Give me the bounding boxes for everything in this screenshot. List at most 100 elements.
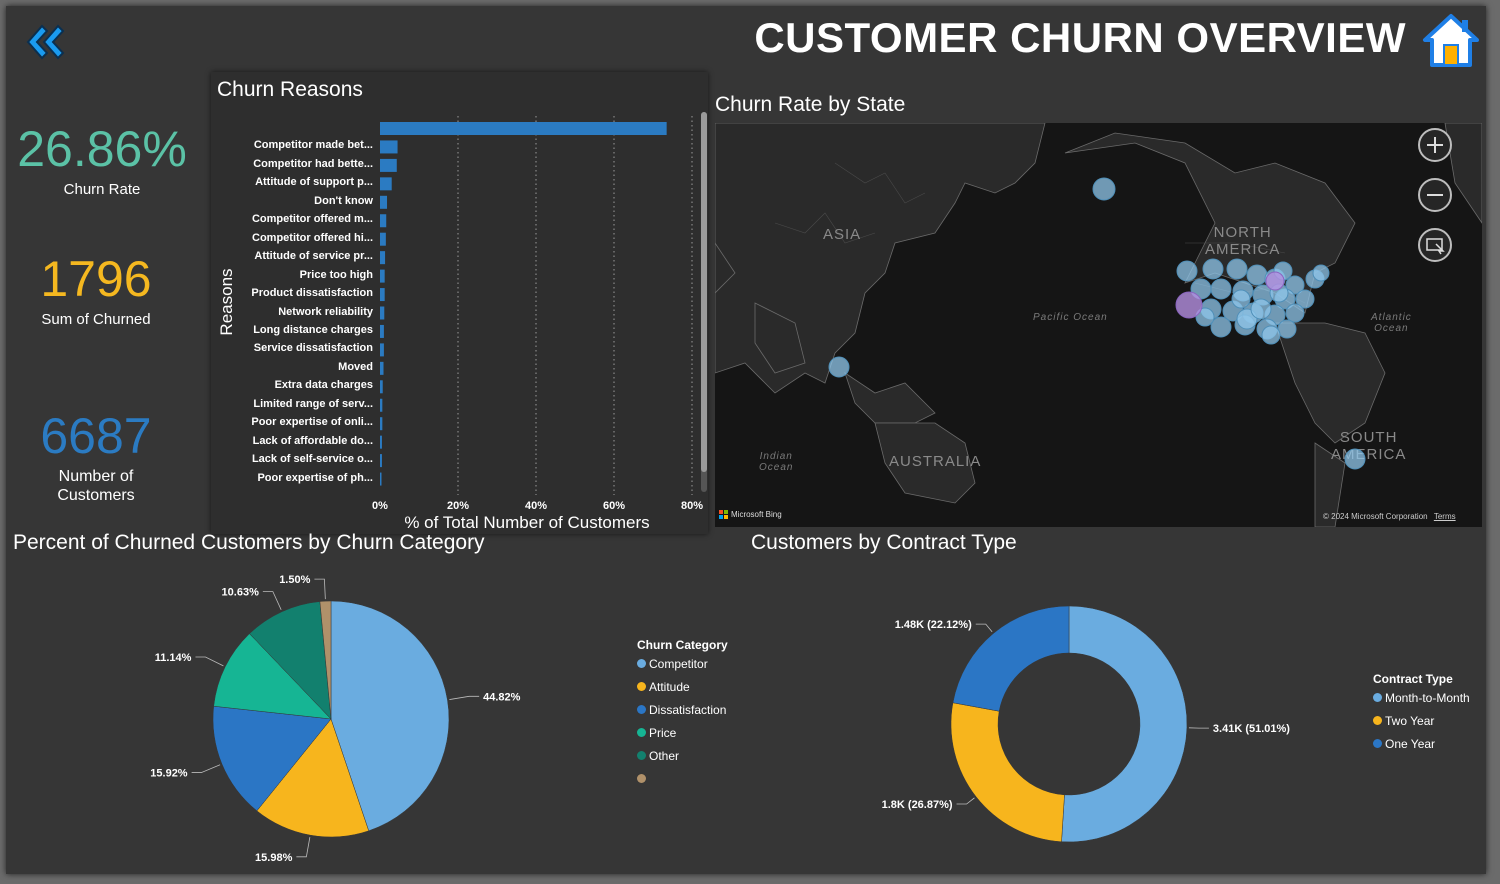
map-bubble[interactable] (1250, 298, 1272, 320)
scrollbar[interactable] (701, 112, 707, 492)
kpi-sum-churned: 1796 Sum of Churned (10, 254, 182, 329)
home-icon (1423, 14, 1479, 67)
legend-swatch (637, 705, 646, 714)
legend-item[interactable]: Price (637, 721, 777, 744)
microsoft-logo-icon (719, 510, 728, 519)
bar[interactable] (380, 324, 384, 338)
legend-item[interactable]: Two Year (1373, 709, 1486, 732)
leader-line (449, 695, 480, 700)
map-bubble[interactable] (1226, 258, 1248, 280)
kpi-value: 6687 (40, 408, 152, 464)
map-bubble[interactable] (1092, 177, 1116, 201)
legend-swatch (1373, 716, 1382, 725)
map-bubble[interactable] (1210, 278, 1232, 300)
bar[interactable] (380, 158, 397, 172)
bar[interactable] (380, 454, 382, 468)
dashboard-frame: CUSTOMER CHURN OVERVIEW 26.86% Churn Rat… (6, 6, 1486, 874)
legend-swatch (1373, 693, 1382, 702)
double-chevron-left-icon (26, 24, 65, 60)
legend-item[interactable]: Dissatisfaction (637, 698, 777, 721)
map-bubble[interactable] (1261, 325, 1281, 345)
bar[interactable] (380, 269, 385, 283)
bar[interactable] (380, 435, 382, 449)
map-bubble[interactable] (828, 356, 850, 378)
kpi-number-customers: 6687 Number of Customers (36, 411, 156, 505)
legend-swatch (637, 774, 646, 783)
data-label: 44.82% (483, 691, 521, 703)
legend-item[interactable]: Month-to-Month (1373, 686, 1486, 709)
zoom-in-button[interactable] (1418, 128, 1452, 162)
zoom-out-icon (1427, 194, 1443, 196)
map-bubble[interactable] (1231, 289, 1251, 309)
map-copyright: © 2024 Microsoft Corporation Terms (1323, 512, 1456, 521)
churn-map[interactable]: ASIA NORTH AMERICA Pacific Ocean Atlanti… (715, 123, 1482, 527)
back-button[interactable] (20, 18, 68, 66)
data-label: 1.8K (26.87%) (882, 799, 953, 811)
map-bubble[interactable] (1176, 260, 1198, 282)
data-label: 1.50% (279, 574, 310, 586)
bar[interactable] (380, 195, 388, 209)
bar[interactable] (380, 343, 384, 357)
data-label: 15.92% (150, 767, 188, 779)
legend-label: Two Year (1385, 713, 1435, 728)
home-button[interactable] (1422, 11, 1480, 69)
x-tick-label: 60% (603, 500, 625, 512)
terms-link[interactable]: Terms (1434, 512, 1456, 521)
map-bubble[interactable] (1312, 264, 1330, 282)
legend-label: Dissatisfaction (649, 702, 727, 717)
bar[interactable] (380, 122, 667, 135)
bar[interactable] (380, 251, 386, 265)
map-bubble[interactable] (1202, 258, 1224, 280)
x-tick-label: 80% (681, 500, 703, 512)
map-bubble[interactable] (1175, 291, 1203, 319)
donut-title: Customers by Contract Type (751, 531, 1017, 554)
legend-item[interactable]: One Year (1373, 732, 1486, 755)
map-bubble[interactable] (1344, 448, 1366, 470)
kpi-label: Number of Customers (57, 468, 135, 504)
churn-category-pie: 44.82% 15.98% 15.92% 11.14% 10.63% 1.50% (150, 574, 521, 864)
legend-item[interactable]: Other (637, 744, 777, 767)
bar[interactable] (380, 288, 385, 302)
kpi-label: Sum of Churned (41, 311, 151, 328)
map-bubble[interactable] (1246, 264, 1268, 286)
map-bubble[interactable] (1265, 271, 1285, 291)
zoom-out-button[interactable] (1418, 178, 1452, 212)
slice[interactable] (950, 702, 1065, 843)
legend-swatch (637, 728, 646, 737)
select-area-button[interactable] (1418, 228, 1452, 262)
bar[interactable] (380, 472, 382, 486)
bing-label: Microsoft Bing (731, 510, 782, 519)
churn-reasons-panel: Churn Reasons Reasons Competitor made be… (211, 72, 708, 534)
bar[interactable] (380, 417, 383, 431)
bar[interactable] (380, 398, 383, 412)
bing-attribution: Microsoft Bing (719, 510, 782, 519)
legend-item[interactable] (637, 767, 777, 790)
x-axis-label: % of Total Number of Customers (404, 513, 650, 532)
kpi-value: 26.86% (17, 121, 187, 177)
bar[interactable] (380, 232, 386, 246)
bar[interactable] (380, 140, 398, 154)
map-title: Churn Rate by State (715, 93, 906, 116)
legend-item[interactable]: Attitude (637, 675, 777, 698)
slice[interactable] (1061, 605, 1188, 843)
scrollbar-thumb[interactable] (701, 112, 707, 472)
legend-item[interactable]: Competitor (637, 652, 777, 675)
bar[interactable] (380, 214, 387, 228)
legend-swatch (637, 682, 646, 691)
legend-label: Competitor (649, 656, 708, 671)
map-bubble[interactable] (1285, 303, 1305, 323)
map-bubble[interactable] (1277, 319, 1297, 339)
pie-legend: Churn Category Competitor Attitude Dissati… (637, 638, 777, 790)
bar[interactable] (380, 361, 384, 375)
legend-swatch (637, 751, 646, 760)
leader-line (195, 656, 224, 667)
kpi-label: Churn Rate (63, 181, 141, 198)
select-area-icon (1426, 238, 1445, 255)
bar[interactable] (380, 306, 385, 320)
legend-swatch (637, 659, 646, 668)
contract-type-donut: 3.41K (51.01%) 1.8K (26.87%) 1.48K (22.12%… (882, 605, 1290, 843)
x-tick-label: 40% (525, 500, 547, 512)
bar[interactable] (380, 380, 383, 394)
bar[interactable] (380, 177, 392, 191)
x-tick-label: 0% (372, 500, 388, 512)
